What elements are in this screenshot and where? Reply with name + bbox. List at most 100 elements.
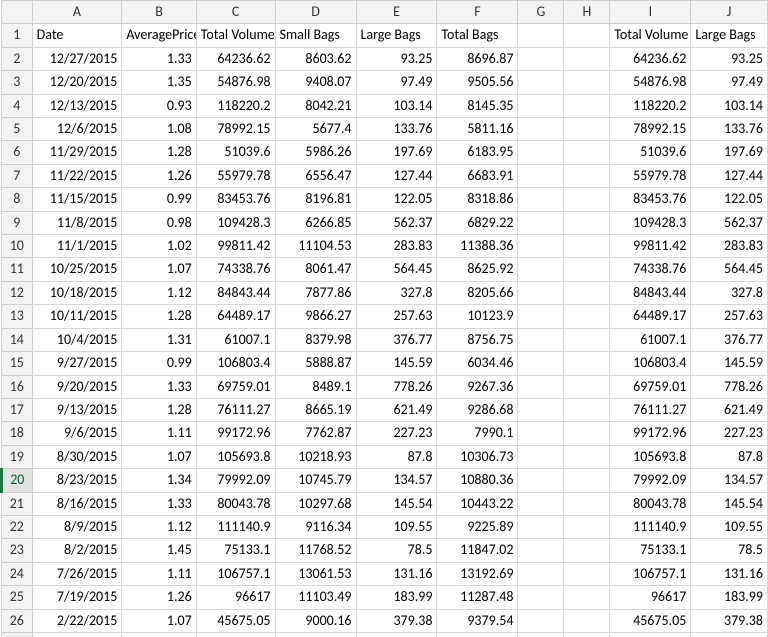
row-header-1[interactable]: 1 [2,24,33,47]
cell-B10[interactable]: 1.02 [122,235,196,258]
header-cell-G[interactable] [518,24,564,47]
row-header-16[interactable]: 16 [2,375,33,398]
cell-A6[interactable]: 11/29/2015 [32,141,122,164]
cell-J5[interactable]: 133.76 [691,118,768,141]
cell-I19[interactable]: 105693.8 [610,445,691,468]
column-header-I[interactable]: I [610,1,691,24]
cell-D7[interactable]: 6556.47 [275,164,356,187]
spreadsheet-grid[interactable]: ABCDEFGHIJ1DateAveragePriceTotal VolumeS… [0,0,768,637]
cell-E6[interactable]: 197.69 [356,141,437,164]
cell-J17[interactable]: 621.49 [691,398,768,421]
cell-G15[interactable] [518,352,564,375]
cell-G5[interactable] [518,118,564,141]
cell-C9[interactable]: 109428.3 [196,211,275,234]
cell-F17[interactable]: 9286.68 [437,398,518,421]
cell-F11[interactable]: 8625.92 [437,258,518,281]
cell-D5[interactable]: 5677.4 [275,118,356,141]
cell-I4[interactable]: 118220.2 [610,94,691,117]
cell-G20[interactable] [518,469,564,492]
cell-D13[interactable]: 9866.27 [275,305,356,328]
cell-J7[interactable]: 127.44 [691,164,768,187]
cell-G18[interactable] [518,422,564,445]
cell-E23[interactable]: 78.5 [356,539,437,562]
cell-F6[interactable]: 6183.95 [437,141,518,164]
cell-H18[interactable] [564,422,610,445]
cell-B24[interactable]: 1.11 [122,562,196,585]
cell-A23[interactable]: 8/2/2015 [32,539,122,562]
cell-D4[interactable]: 8042.21 [275,94,356,117]
cell-D2[interactable]: 8603.62 [275,47,356,70]
cell-B9[interactable]: 0.98 [122,211,196,234]
cell-I24[interactable]: 106757.1 [610,562,691,585]
row-header-2[interactable]: 2 [2,47,33,70]
cell-J6[interactable]: 197.69 [691,141,768,164]
cell-J3[interactable]: 97.49 [691,71,768,94]
cell-E10[interactable]: 283.83 [356,235,437,258]
cell-I27[interactable]: 41567.62 [610,632,691,637]
cell-E3[interactable]: 97.49 [356,71,437,94]
cell-A16[interactable]: 9/20/2015 [32,375,122,398]
cell-G27[interactable] [518,632,564,637]
row-header-23[interactable]: 23 [2,539,33,562]
cell-I6[interactable]: 51039.6 [610,141,691,164]
cell-J23[interactable]: 78.5 [691,539,768,562]
cell-H13[interactable] [564,305,610,328]
cell-E4[interactable]: 103.14 [356,94,437,117]
cell-D10[interactable]: 11104.53 [275,235,356,258]
cell-F3[interactable]: 9505.56 [437,71,518,94]
cell-H11[interactable] [564,258,610,281]
cell-C22[interactable]: 111140.9 [196,515,275,538]
row-header-12[interactable]: 12 [2,281,33,304]
row-header-14[interactable]: 14 [2,328,33,351]
cell-E11[interactable]: 564.45 [356,258,437,281]
row-header-21[interactable]: 21 [2,492,33,515]
cell-G19[interactable] [518,445,564,468]
column-header-G[interactable]: G [518,1,564,24]
cell-H26[interactable] [564,609,610,632]
cell-G3[interactable] [518,71,564,94]
column-header-D[interactable]: D [275,1,356,24]
cell-I11[interactable]: 74338.76 [610,258,691,281]
row-header-18[interactable]: 18 [2,422,33,445]
cell-I17[interactable]: 76111.27 [610,398,691,421]
cell-J9[interactable]: 562.37 [691,211,768,234]
cell-B27[interactable]: 1.06 [122,632,196,637]
cell-D25[interactable]: 11103.49 [275,586,356,609]
cell-C19[interactable]: 105693.8 [196,445,275,468]
row-header-26[interactable]: 26 [2,609,33,632]
cell-D24[interactable]: 13061.53 [275,562,356,585]
cell-A9[interactable]: 11/8/2015 [32,211,122,234]
header-cell-A[interactable]: Date [32,24,122,47]
cell-C14[interactable]: 61007.1 [196,328,275,351]
cell-C27[interactable]: 41567.62 [196,632,275,637]
cell-H10[interactable] [564,235,610,258]
cell-H27[interactable] [564,632,610,637]
cell-C21[interactable]: 80043.78 [196,492,275,515]
cell-D16[interactable]: 8489.1 [275,375,356,398]
cell-E19[interactable]: 87.8 [356,445,437,468]
cell-B15[interactable]: 0.99 [122,352,196,375]
cell-J19[interactable]: 87.8 [691,445,768,468]
cell-I2[interactable]: 64236.62 [610,47,691,70]
header-cell-H[interactable] [564,24,610,47]
header-cell-D[interactable]: Small Bags [275,24,356,47]
cell-D18[interactable]: 7762.87 [275,422,356,445]
row-header-10[interactable]: 10 [2,235,33,258]
cell-E2[interactable]: 93.25 [356,47,437,70]
cell-A24[interactable]: 7/26/2015 [32,562,122,585]
cell-B11[interactable]: 1.07 [122,258,196,281]
cell-J8[interactable]: 122.05 [691,188,768,211]
cell-A13[interactable]: 10/11/2015 [32,305,122,328]
header-cell-C[interactable]: Total Volume [196,24,275,47]
cell-F21[interactable]: 10443.22 [437,492,518,515]
cell-G25[interactable] [518,586,564,609]
cell-J12[interactable]: 327.8 [691,281,768,304]
cell-B23[interactable]: 1.45 [122,539,196,562]
cell-I14[interactable]: 61007.1 [610,328,691,351]
row-header-24[interactable]: 24 [2,562,33,585]
cell-B2[interactable]: 1.33 [122,47,196,70]
cell-I3[interactable]: 54876.98 [610,71,691,94]
column-header-J[interactable]: J [691,1,768,24]
cell-E22[interactable]: 109.55 [356,515,437,538]
header-cell-B[interactable]: AveragePrice [122,24,196,47]
